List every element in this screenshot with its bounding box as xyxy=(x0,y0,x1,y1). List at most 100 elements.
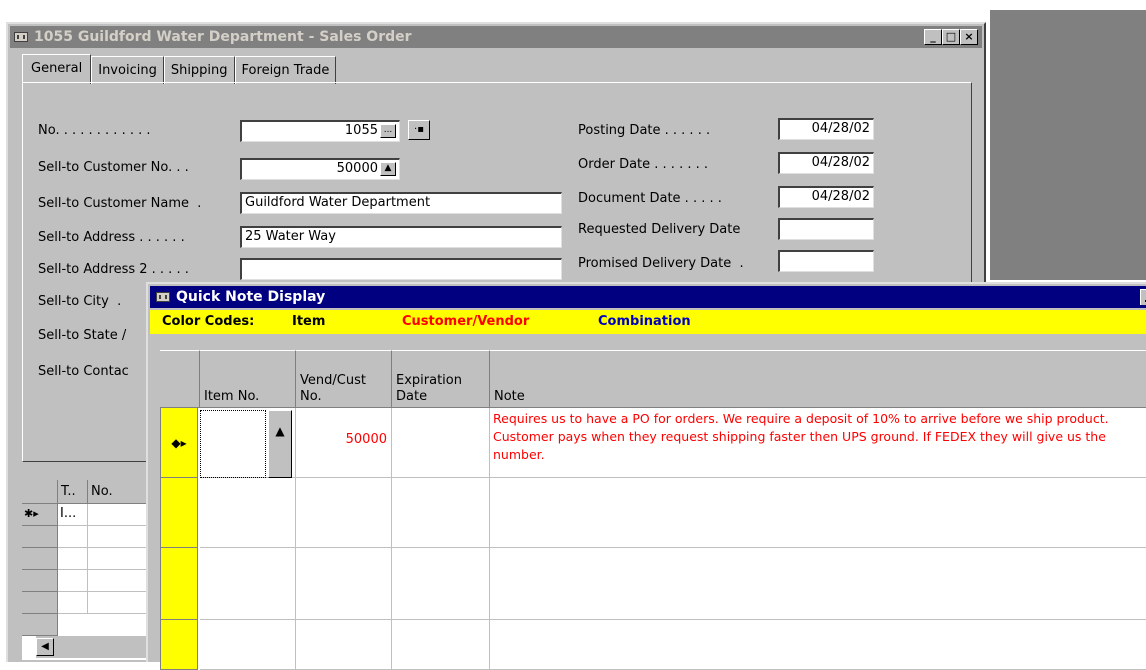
row-selector[interactable] xyxy=(160,478,198,548)
minimize-button[interactable]: _ xyxy=(924,29,942,45)
quick-note-window: Quick Note Display Color Codes: Item Cus… xyxy=(146,282,1146,670)
sell-to-customer-no-field[interactable]: 50000 ▲ xyxy=(240,158,400,180)
lines-header-type[interactable]: T.. xyxy=(58,480,88,504)
sell-to-state-label: Sell-to State / xyxy=(38,328,127,343)
sell-to-customer-no-label: Sell-to Customer No. . . xyxy=(38,160,189,175)
window-icon xyxy=(156,292,170,302)
grid-corner-header xyxy=(160,350,200,408)
vend-cust-no-cell[interactable] xyxy=(296,620,392,670)
legend-customer-vendor: Customer/Vendor xyxy=(402,314,530,329)
document-date-field[interactable]: 04/28/02 xyxy=(778,186,874,208)
promised-delivery-date-field[interactable] xyxy=(778,250,874,272)
column-header-note[interactable]: Note xyxy=(490,350,1146,408)
line-cell[interactable] xyxy=(88,548,152,570)
row-selector[interactable] xyxy=(160,548,198,620)
no-field[interactable]: 1055... xyxy=(240,120,400,142)
line-cell[interactable] xyxy=(58,570,88,592)
minimize-button[interactable] xyxy=(1140,289,1146,305)
column-header-item-no[interactable]: Item No. xyxy=(200,350,296,408)
sell-to-address-2-label: Sell-to Address 2 . . . . . xyxy=(38,262,189,277)
focused-cell-outline xyxy=(200,410,266,478)
sales-lines-grid: T.. No. ✱▸ I... xyxy=(22,480,152,660)
lines-row-header[interactable] xyxy=(22,548,58,570)
expiration-header-text: Expiration Date xyxy=(396,373,462,404)
item-no-cell[interactable] xyxy=(200,478,296,548)
color-codes-label: Color Codes: xyxy=(162,314,255,329)
expiration-date-cell[interactable] xyxy=(392,548,490,620)
lines-corner-header xyxy=(22,480,58,504)
line-cell[interactable] xyxy=(88,592,152,614)
posting-date-field[interactable]: 04/28/02 xyxy=(778,118,874,140)
line-cell[interactable] xyxy=(58,592,88,614)
assist-edit-button[interactable]: ... xyxy=(380,123,396,138)
order-date-label: Order Date . . . . . . . xyxy=(578,157,708,172)
sales-order-titlebar[interactable]: 1055 Guildford Water Department - Sales … xyxy=(10,26,982,48)
line-cell[interactable] xyxy=(88,526,152,548)
color-codes-legend: Color Codes: Item Customer/Vendor Combin… xyxy=(150,310,1146,334)
note-header-text: Note xyxy=(494,389,525,404)
sell-to-address-2-field[interactable] xyxy=(240,258,562,280)
sell-to-address-field[interactable]: 25 Water Way xyxy=(240,226,562,248)
maximize-button[interactable]: □ xyxy=(942,29,960,45)
lines-header-no[interactable]: No. xyxy=(88,480,152,504)
tab-general[interactable]: General xyxy=(22,54,92,84)
lines-row-header[interactable] xyxy=(22,570,58,592)
close-button[interactable]: × xyxy=(960,29,978,45)
vend-cust-no-cell[interactable] xyxy=(296,478,392,548)
expiration-date-cell[interactable] xyxy=(392,408,490,478)
quick-note-titlebar[interactable]: Quick Note Display xyxy=(150,286,1146,308)
item-no-cell[interactable] xyxy=(200,548,296,620)
arrow-up-icon[interactable]: ▲ xyxy=(268,410,292,478)
tab-shipping[interactable]: Shipping xyxy=(163,56,235,84)
sell-to-customer-name-label: Sell-to Customer Name . xyxy=(38,196,202,211)
no-value: 1055 xyxy=(344,123,378,138)
quick-note-title: Quick Note Display xyxy=(176,289,326,305)
line-cell[interactable] xyxy=(58,548,88,570)
lines-row-header[interactable] xyxy=(22,526,58,548)
line-cell[interactable] xyxy=(58,526,88,548)
new-row-marker[interactable]: ✱▸ xyxy=(22,504,58,526)
window-controls: _ □ × xyxy=(924,29,978,45)
posting-date-label: Posting Date . . . . . . xyxy=(578,123,711,138)
expiration-date-cell[interactable] xyxy=(392,478,490,548)
row-selector-current[interactable]: ◆▸ xyxy=(160,408,198,478)
arrow-up-icon[interactable]: ▲ xyxy=(380,161,396,176)
requested-delivery-date-field[interactable] xyxy=(778,218,874,240)
legend-item: Item xyxy=(292,314,326,329)
lines-horizontal-scrollbar[interactable]: ◀ xyxy=(36,636,146,658)
workspace-background xyxy=(990,10,1146,280)
vend-cust-no-cell[interactable] xyxy=(296,548,392,620)
expiration-date-cell[interactable] xyxy=(392,620,490,670)
note-cell[interactable] xyxy=(490,478,1146,548)
item-no-header-text: Item No. xyxy=(204,389,260,404)
note-cell[interactable] xyxy=(490,620,1146,670)
row-selector[interactable] xyxy=(160,620,198,670)
requested-delivery-date-label: Requested Delivery Date xyxy=(578,222,741,237)
item-no-cell[interactable] xyxy=(200,620,296,670)
desktop-background xyxy=(0,0,1146,10)
window-icon xyxy=(14,32,28,42)
column-header-expiration-date[interactable]: Expiration Date xyxy=(392,350,490,408)
lookup-card-button[interactable]: ·▪ xyxy=(408,120,430,140)
vend-cust-header-text: Vend/Cust No. xyxy=(300,373,366,404)
promised-delivery-date-label: Promised Delivery Date . xyxy=(578,256,744,271)
lines-row-header[interactable] xyxy=(22,614,58,636)
sell-to-contact-label: Sell-to Contac xyxy=(38,364,129,379)
line-type-cell[interactable]: I... xyxy=(58,504,88,526)
note-cell[interactable]: Requires us to have a PO for orders. We … xyxy=(490,408,1146,478)
sell-to-city-label: Sell-to City . xyxy=(38,294,122,309)
lines-row-header[interactable] xyxy=(22,592,58,614)
scroll-left-icon[interactable]: ◀ xyxy=(36,638,54,656)
sell-to-customer-name-field[interactable]: Guildford Water Department xyxy=(240,192,562,214)
line-no-cell[interactable] xyxy=(88,504,152,526)
legend-combination: Combination xyxy=(598,314,691,329)
note-cell[interactable] xyxy=(490,548,1146,620)
tab-foreign-trade[interactable]: Foreign Trade xyxy=(234,56,337,84)
vend-cust-no-cell[interactable]: 50000 xyxy=(296,408,392,478)
line-cell[interactable] xyxy=(88,570,152,592)
tab-invoicing[interactable]: Invoicing xyxy=(91,56,164,84)
no-label: No. . . . . . . . . . . . xyxy=(38,123,151,138)
quick-note-grid: Item No. Vend/Cust No. Expiration Date N… xyxy=(160,350,1146,670)
column-header-vend-cust-no[interactable]: Vend/Cust No. xyxy=(296,350,392,408)
order-date-field[interactable]: 04/28/02 xyxy=(778,152,874,174)
